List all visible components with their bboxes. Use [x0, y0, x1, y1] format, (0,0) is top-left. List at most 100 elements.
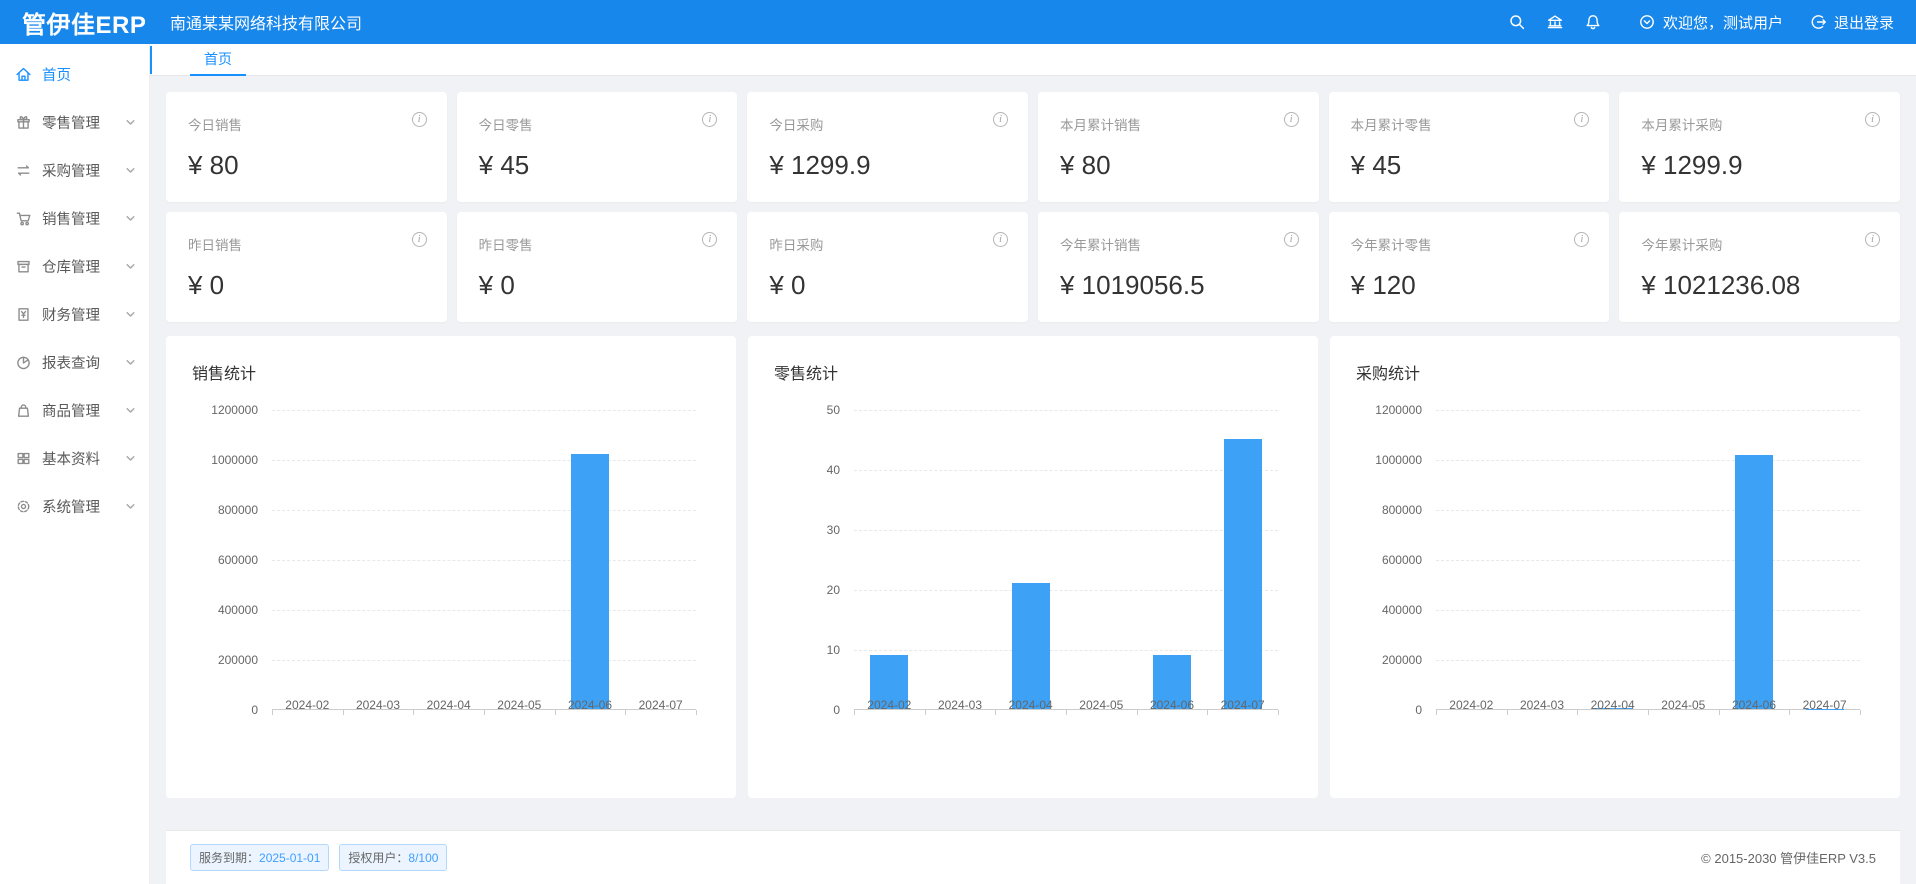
sidebar-item-label: 仓库管理 [42, 256, 100, 277]
gridline [854, 590, 1278, 591]
stat-card-value: ¥ 1021236.08 [1641, 270, 1878, 301]
tab-bar: 首页 [150, 44, 1916, 76]
stat-card-value: ¥ 120 [1351, 270, 1588, 301]
sidebar-item-6[interactable]: 报表查询 [0, 338, 149, 386]
stat-card-label: 今年累计销售 [1060, 234, 1297, 254]
y-axis-tick-label: 200000 [1356, 653, 1422, 667]
x-axis-tick-label: 2024-04 [413, 698, 484, 712]
gridline [1436, 510, 1860, 511]
stat-card: 今年累计零售i¥ 120 [1329, 212, 1610, 322]
y-axis-tick-label: 600000 [192, 553, 258, 567]
sidebar-item-4[interactable]: 仓库管理 [0, 242, 149, 290]
gridline [1436, 660, 1860, 661]
sidebar-item-3[interactable]: 销售管理 [0, 194, 149, 242]
footer-badge[interactable]: 服务到期：2025-01-01 [190, 844, 329, 871]
tab-home[interactable]: 首页 [190, 44, 246, 76]
y-axis-tick-label: 1200000 [1356, 403, 1422, 417]
x-axis-tick-label: 2024-06 [1719, 698, 1790, 712]
bell-icon[interactable] [1574, 0, 1612, 44]
stat-card-label: 昨日采购 [769, 234, 1006, 254]
x-axis-tick-label: 2024-04 [995, 698, 1066, 712]
stat-card-label: 今日采购 [769, 114, 1006, 134]
bar[interactable] [571, 454, 609, 709]
sidebar-item-5[interactable]: 财务管理 [0, 290, 149, 338]
stat-card: 本月累计采购i ¥ 1299.9 [1619, 92, 1900, 202]
sidebar-item-label: 首页 [42, 64, 71, 85]
gridline [854, 650, 1278, 651]
gridline [1436, 410, 1860, 411]
info-icon[interactable]: i [993, 232, 1008, 247]
stat-card: 今日销售i¥ 80 [166, 92, 447, 202]
x-axis-tick-label: 2024-05 [484, 698, 555, 712]
gridline [1436, 560, 1860, 561]
stat-card-value: ¥ 1299.9 [769, 150, 1006, 181]
bar[interactable] [1012, 583, 1050, 709]
stat-card-label: 本月累计采购 [1641, 114, 1878, 134]
user-welcome[interactable]: 欢迎您，测试用户 [1638, 12, 1783, 33]
footer-bar: 服务到期：2025-01-01 授权用户：8/100 © 2015-2030 管伊… [166, 830, 1900, 884]
x-axis-tick-label: 2024-06 [1137, 698, 1208, 712]
gridline [272, 460, 696, 461]
x-axis-tick-label: 2024-07 [1207, 698, 1278, 712]
gridline [854, 530, 1278, 531]
stat-card: 昨日销售i¥ 0 [166, 212, 447, 322]
stat-card: 昨日采购i¥ 0 [747, 212, 1028, 322]
sidebar-item-8[interactable]: 基本资料 [0, 434, 149, 482]
x-axis-tick [1860, 710, 1861, 715]
y-axis-tick-label: 50 [774, 403, 840, 417]
sidebar-item-0[interactable]: 首页 [0, 50, 149, 98]
y-axis-tick-label: 40 [774, 463, 840, 477]
sidebar-item-label: 零售管理 [42, 112, 100, 133]
y-axis-tick-label: 0 [192, 703, 258, 717]
company-name: 南通某某网络科技有限公司 [170, 10, 362, 34]
chart-area: 0200000400000600000800000100000012000002… [192, 388, 710, 764]
bar[interactable] [1224, 439, 1262, 709]
info-icon[interactable]: i [1865, 232, 1880, 247]
home-icon [15, 66, 32, 83]
chevron-down-icon [125, 357, 136, 368]
dashboard-content: 今日销售i¥ 80今日零售i¥ 45今日采购i¥ 1299.9本月累计销售i¥ … [150, 76, 1916, 884]
goods-icon [15, 402, 32, 419]
sidebar-item-label: 商品管理 [42, 400, 100, 421]
x-axis-tick-label: 2024-03 [343, 698, 414, 712]
search-icon[interactable] [1498, 0, 1536, 44]
badge-value: 8/100 [408, 851, 438, 865]
chevron-down-icon [125, 165, 136, 176]
sidebar-item-9[interactable]: 系统管理 [0, 482, 149, 530]
info-icon[interactable]: i [1284, 232, 1299, 247]
info-icon[interactable]: i [1865, 112, 1880, 127]
chart-panel: 销售统计020000040000060000080000010000001200… [166, 336, 736, 798]
stat-card-value: ¥ 1299.9 [1641, 150, 1878, 181]
logout-button[interactable]: 退出登录 [1809, 12, 1894, 33]
chevron-down-icon [125, 501, 136, 512]
gridline [272, 660, 696, 661]
report-icon [15, 354, 32, 371]
chevron-down-icon [125, 213, 136, 224]
info-icon[interactable]: i [1284, 112, 1299, 127]
stat-card-value: ¥ 45 [479, 150, 716, 181]
stat-card-label: 今日销售 [188, 114, 425, 134]
info-icon[interactable]: i [412, 112, 427, 127]
stat-card-value: ¥ 0 [188, 270, 425, 301]
sidebar-collapse-handle[interactable] [150, 46, 152, 74]
y-axis-tick-label: 600000 [1356, 553, 1422, 567]
gridline [272, 560, 696, 561]
sidebar-item-2[interactable]: 采购管理 [0, 146, 149, 194]
y-axis-tick-label: 800000 [192, 503, 258, 517]
info-icon[interactable]: i [993, 112, 1008, 127]
footer-badge[interactable]: 授权用户：8/100 [339, 844, 447, 871]
bank-icon[interactable] [1536, 0, 1574, 44]
gridline [854, 410, 1278, 411]
bar[interactable] [1735, 455, 1773, 709]
stat-card-label: 今日零售 [479, 114, 716, 134]
sales-icon [15, 210, 32, 227]
warehouse-icon [15, 258, 32, 275]
logout-text: 退出登录 [1834, 12, 1894, 33]
info-icon[interactable]: i [412, 232, 427, 247]
sidebar-item-label: 系统管理 [42, 496, 100, 517]
copyright-text: © 2015-2030 管伊佳ERP V3.5 [1701, 848, 1876, 867]
sidebar-item-1[interactable]: 零售管理 [0, 98, 149, 146]
sidebar-item-7[interactable]: 商品管理 [0, 386, 149, 434]
stat-card-value: ¥ 80 [1060, 150, 1297, 181]
y-axis-tick-label: 0 [774, 703, 840, 717]
